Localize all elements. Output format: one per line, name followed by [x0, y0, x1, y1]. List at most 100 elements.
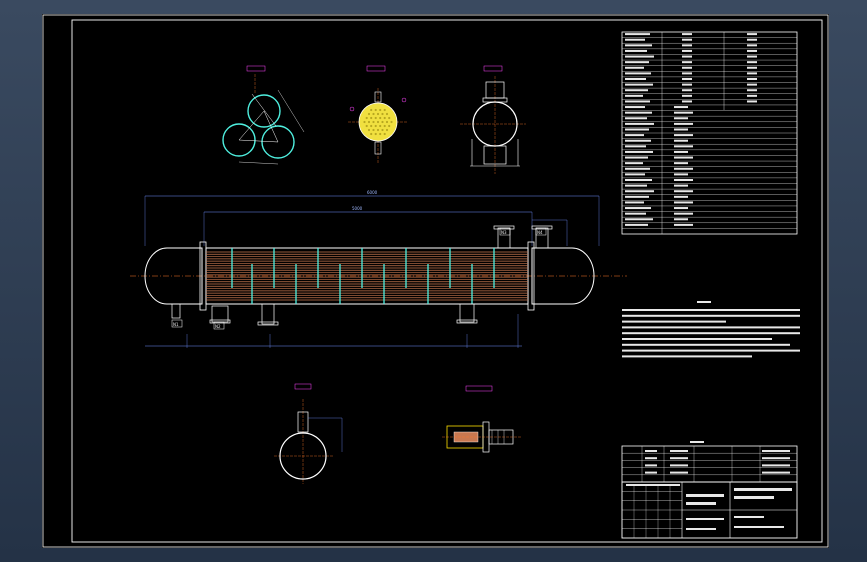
tube-hole [379, 124, 382, 128]
parts-cell-text [645, 464, 657, 467]
nozzle-bottom-2 [261, 303, 275, 325]
tube-hole [381, 128, 384, 132]
nozzle-tag-n2-label: N2 [215, 324, 221, 329]
parts-cell-text [670, 457, 688, 460]
spec-row-text [625, 61, 649, 64]
drawing-canvas: 6000 5000 N3 N4 N1 N2 [42, 14, 829, 548]
spec-row-text [625, 111, 652, 114]
spec-row-text [625, 94, 643, 97]
spec-row-text [625, 33, 650, 36]
spec-value-text [682, 55, 692, 58]
spec-value-text [674, 212, 693, 215]
parts-cell-text [670, 471, 688, 474]
spec-value-text [674, 207, 688, 210]
tube-hole [383, 124, 386, 128]
tube-hole [365, 116, 368, 120]
spec-row-text [625, 201, 644, 204]
note-line-text [622, 332, 800, 335]
tube-hole [374, 132, 377, 136]
tube-hole [381, 120, 384, 124]
tube-hole [385, 128, 389, 132]
triangle-pitch-view [222, 65, 305, 165]
spec-row-text [625, 72, 651, 75]
spec-row-text [625, 44, 652, 47]
spec-row-text [625, 218, 653, 221]
spec-row-text [625, 145, 646, 148]
parts-cell-text [762, 450, 790, 452]
tube-hole [379, 108, 382, 112]
spec-row-text [625, 100, 650, 103]
spec-row-text [625, 212, 646, 215]
tubesheet-view [348, 65, 408, 164]
spec-value-text [674, 201, 693, 204]
tube-hole [383, 132, 386, 136]
saddle-left [211, 305, 229, 323]
support-section-view [274, 383, 343, 484]
spec-row-text [625, 128, 649, 131]
spec-value-text [674, 139, 688, 142]
tube-hole [385, 120, 389, 124]
spec-value-text [674, 106, 688, 109]
spec-row-text [625, 156, 648, 159]
parts-cell-text [645, 450, 657, 452]
tube-hole [374, 108, 377, 112]
parts-cell-text [645, 457, 657, 460]
parts-list-table [621, 441, 798, 483]
spec-value-text [747, 78, 757, 80]
spec-row-text [625, 117, 647, 120]
spec-value-text [674, 223, 693, 226]
spec-row-text [625, 162, 643, 165]
title-name-text [686, 494, 724, 497]
spec-value-text [674, 128, 688, 131]
spec-value-text [674, 145, 693, 148]
cad-viewport[interactable]: 6000 5000 N3 N4 N1 N2 [0, 0, 867, 562]
tube-hole [367, 128, 371, 132]
tube-hole [388, 116, 391, 120]
spec-row-text [625, 106, 645, 109]
spec-row-text [625, 55, 654, 58]
drawing-border [71, 19, 823, 543]
tube-hole [376, 120, 380, 124]
spec-value-text [674, 190, 693, 193]
notes-heading-text [697, 301, 711, 303]
detail-section-icon [442, 385, 522, 453]
spec-value-text [674, 173, 688, 176]
spec-value-text [674, 156, 693, 159]
spec-value-text [747, 83, 757, 86]
spec-row-text [625, 207, 651, 210]
parts-cell-text [762, 457, 790, 460]
title-code-text [734, 516, 764, 518]
spec-row-text [625, 179, 652, 181]
note-line-text [622, 343, 790, 346]
parts-cell-text [645, 471, 657, 474]
spec-value-text [674, 218, 688, 221]
note-line-text [622, 314, 800, 317]
spec-value-text [747, 89, 757, 92]
design-spec-table [621, 31, 798, 235]
spec-row-text [625, 89, 648, 92]
tube-hole [372, 128, 375, 132]
main-elevation-view: 6000 5000 N3 N4 N1 N2 [130, 190, 627, 348]
title-name-text [686, 502, 716, 505]
tube-hole [383, 108, 386, 112]
tube-hole [376, 112, 380, 116]
tube-hole [367, 112, 371, 116]
title-org-text [734, 488, 792, 491]
spec-value-text [747, 100, 757, 103]
spec-value-text [682, 72, 692, 75]
spec-row-text [625, 190, 654, 193]
technical-requirements-notes [622, 301, 800, 358]
nozzle-bottom-1 [171, 303, 181, 319]
spec-value-text [682, 94, 692, 97]
note-line-text [622, 349, 800, 352]
tube-hole [379, 132, 382, 136]
tube-hole [383, 116, 386, 120]
svg-text:5000: 5000 [352, 206, 363, 211]
spec-row-text [625, 66, 644, 69]
title-org-text [734, 496, 774, 499]
view-label-box [246, 65, 266, 72]
saddle-right [459, 303, 475, 323]
spec-value-text [682, 38, 692, 41]
tube-hole [370, 108, 373, 112]
title-scale-text [686, 518, 724, 520]
